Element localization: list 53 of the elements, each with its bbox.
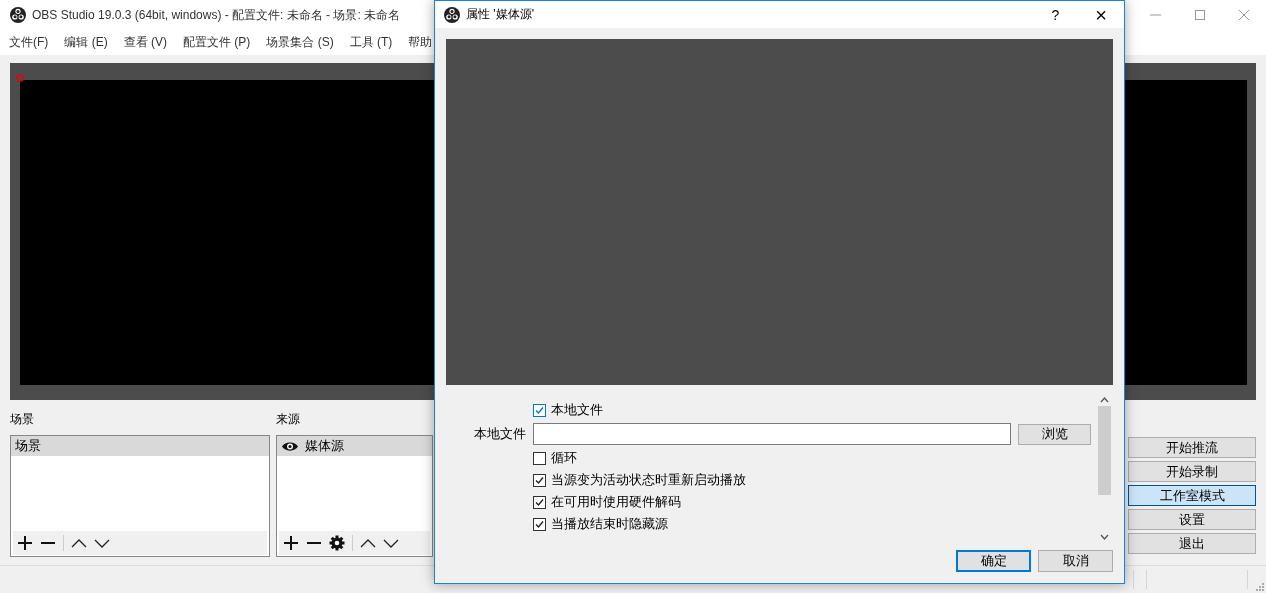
- dock-title: 来源: [276, 411, 301, 428]
- menu-item[interactable]: 帮助: [408, 34, 433, 51]
- help-button[interactable]: ?: [1051, 6, 1060, 23]
- close-icon[interactable]: [1239, 10, 1249, 20]
- remove-icon[interactable]: [40, 541, 56, 545]
- resize-grip-icon[interactable]: [1256, 583, 1264, 591]
- add-icon[interactable]: [283, 535, 299, 551]
- browse-button[interactable]: 浏览: [1018, 423, 1091, 445]
- control-button[interactable]: 开始推流: [1128, 437, 1256, 458]
- add-icon[interactable]: [17, 535, 33, 551]
- checkbox[interactable]: [533, 495, 546, 509]
- move-up-icon[interactable]: [71, 538, 87, 548]
- close-button[interactable]: ×: [1095, 4, 1107, 25]
- eye-icon[interactable]: [281, 440, 299, 452]
- control-button[interactable]: 设置: [1128, 509, 1256, 530]
- control-button[interactable]: 开始录制: [1128, 461, 1256, 482]
- scroll-down-icon[interactable]: [1100, 534, 1109, 540]
- ring-icon: [16, 74, 24, 82]
- menu-item[interactable]: 查看 (V): [123, 34, 167, 51]
- menu-item[interactable]: 场景集合 (S): [266, 34, 334, 51]
- logo-icon: [444, 6, 460, 23]
- remove-icon[interactable]: [306, 541, 322, 545]
- dialog-button[interactable]: 取消: [1038, 550, 1113, 572]
- checkbox-label: 循环: [551, 449, 577, 467]
- checkbox[interactable]: [533, 517, 546, 531]
- menu-item[interactable]: 工具 (T): [349, 34, 393, 51]
- menu-item[interactable]: 编辑 (E): [64, 34, 108, 51]
- menu-item[interactable]: 配置文件 (P): [183, 34, 251, 51]
- checkbox[interactable]: [533, 403, 546, 417]
- move-down-icon[interactable]: [94, 538, 110, 548]
- window-title: OBS Studio 19.0.3 (64bit, windows) - 配置文件: 未命名 - 场景: 未命名: [32, 6, 401, 24]
- control-button[interactable]: 退出: [1128, 533, 1256, 554]
- field-label: 本地文件: [474, 425, 526, 443]
- checkbox[interactable]: [533, 451, 546, 465]
- move-up-icon[interactable]: [360, 538, 376, 548]
- checkbox-label: 当源变为活动状态时重新启动播放: [551, 471, 746, 489]
- checkbox-label: 当播放结束时隐藏源: [551, 515, 668, 533]
- checkbox[interactable]: [533, 473, 546, 487]
- move-down-icon[interactable]: [383, 538, 399, 548]
- list-item[interactable]: 场景: [11, 436, 269, 456]
- scroll-up-icon[interactable]: [1100, 397, 1109, 403]
- dialog-button[interactable]: 确定: [956, 550, 1031, 572]
- menu-item[interactable]: 文件(F): [9, 34, 49, 51]
- file-path-field[interactable]: [533, 423, 1011, 445]
- logo-icon: [10, 7, 26, 23]
- dialog-title: 属性 '媒体源': [466, 6, 534, 23]
- list-item[interactable]: 媒体源: [277, 436, 432, 456]
- settings-icon[interactable]: [329, 535, 345, 551]
- dock-title: 场景: [10, 411, 35, 428]
- control-button[interactable]: 工作室模式: [1128, 485, 1256, 506]
- maximize-icon[interactable]: [1195, 10, 1205, 20]
- checkbox-label: 在可用时使用硬件解码: [551, 493, 681, 511]
- checkbox-label: 本地文件: [551, 401, 603, 419]
